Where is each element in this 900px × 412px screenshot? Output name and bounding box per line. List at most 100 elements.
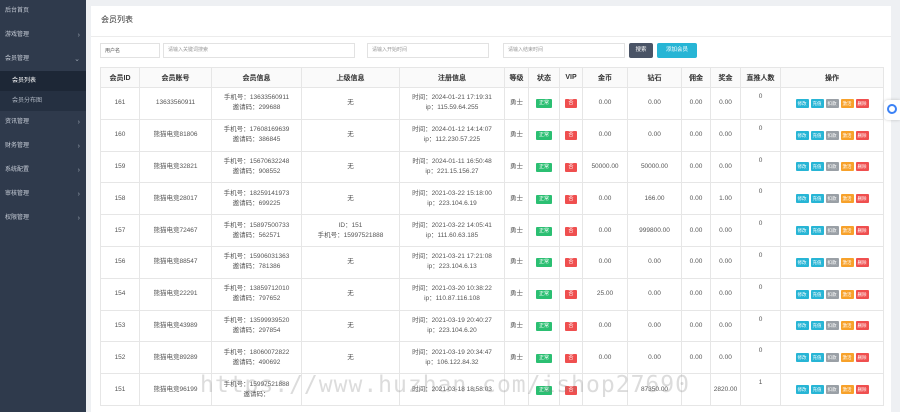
add-member-button[interactable]: 添加会员	[657, 43, 697, 58]
member-info-cell-line1: 手机号：15897500733	[223, 221, 290, 229]
activate-button[interactable]: 激活	[840, 98, 854, 108]
recharge-button[interactable]: 充值	[810, 321, 824, 331]
sidebar-subitem[interactable]: 会员列表	[0, 71, 86, 92]
activate-button[interactable]: 激活	[840, 385, 854, 395]
sidebar-item-label: 会员管理	[5, 55, 30, 62]
search-button[interactable]: 搜索	[629, 43, 653, 58]
recharge-button[interactable]: 充值	[810, 130, 824, 140]
edit-button[interactable]: 修改	[795, 194, 809, 204]
deduct-button[interactable]: 扣款	[825, 353, 839, 363]
status-badge[interactable]: 正常	[535, 99, 552, 109]
status-badge[interactable]: 正常	[535, 290, 552, 300]
status-badge[interactable]: 正常	[535, 131, 552, 141]
parent-info-cell-line1: 无	[347, 321, 354, 329]
status-badge[interactable]: 正常	[535, 385, 552, 395]
vip-badge[interactable]: 否	[565, 131, 577, 141]
edit-button[interactable]: 修改	[795, 353, 809, 363]
edit-button[interactable]: 修改	[795, 385, 809, 395]
edit-button[interactable]: 修改	[795, 98, 809, 108]
edit-button[interactable]: 修改	[795, 226, 809, 236]
end-time-input[interactable]: 请输入结束时间	[503, 43, 625, 58]
deduct-button[interactable]: 扣款	[825, 98, 839, 108]
delete-button[interactable]: 删除	[855, 130, 869, 140]
edit-button[interactable]: 修改	[795, 130, 809, 140]
sidebar-item[interactable]: 系统配置 ›	[0, 159, 86, 183]
vip-badge[interactable]: 否	[565, 162, 577, 172]
deduct-button[interactable]: 扣款	[825, 226, 839, 236]
vip-badge[interactable]: 否	[565, 353, 577, 363]
status-badge[interactable]: 正常	[535, 258, 552, 268]
vip-badge[interactable]: 否	[565, 226, 577, 236]
activate-button[interactable]: 激活	[840, 289, 854, 299]
deduct-button[interactable]: 扣款	[825, 162, 839, 172]
sidebar-item[interactable]: 会员管理 ⌄	[0, 48, 86, 72]
edit-button[interactable]: 修改	[795, 321, 809, 331]
status-badge[interactable]: 正常	[535, 226, 552, 236]
direct-count-cell: 0	[740, 277, 781, 311]
delete-button[interactable]: 删除	[855, 385, 869, 395]
recharge-button[interactable]: 充值	[810, 289, 824, 299]
member-info-cell-line2: 邀请码：299688	[232, 104, 281, 112]
table-body: 161 13633560911 手机号：13633560911 邀请码：299688 无…	[100, 87, 884, 406]
activate-button[interactable]: 激活	[840, 353, 854, 363]
delete-button[interactable]: 删除	[855, 321, 869, 331]
vip-badge[interactable]: 否	[565, 99, 577, 109]
activate-button[interactable]: 激活	[840, 130, 854, 140]
recharge-button[interactable]: 充值	[810, 226, 824, 236]
parent-info-cell	[301, 373, 400, 406]
activate-button[interactable]: 激活	[840, 257, 854, 267]
deduct-button[interactable]: 扣款	[825, 130, 839, 140]
sidebar-item[interactable]: 财务管理 ›	[0, 135, 86, 159]
vip-badge[interactable]: 否	[565, 385, 577, 395]
edit-button[interactable]: 修改	[795, 162, 809, 172]
recharge-button[interactable]: 充值	[810, 162, 824, 172]
floating-help-icon[interactable]	[884, 100, 900, 120]
sidebar-item[interactable]: 审核管理 ›	[0, 183, 86, 207]
delete-button[interactable]: 删除	[855, 194, 869, 204]
deduct-button[interactable]: 扣款	[825, 257, 839, 267]
status-badge[interactable]: 正常	[535, 194, 552, 204]
sidebar-subitem[interactable]: 会员分布图	[0, 91, 86, 112]
recharge-button[interactable]: 充值	[810, 194, 824, 204]
deduct-button[interactable]: 扣款	[825, 289, 839, 299]
vip-badge[interactable]: 否	[565, 194, 577, 204]
deduct-button[interactable]: 扣款	[825, 194, 839, 204]
member-account-cell: 熊猫电竞88547	[139, 245, 212, 279]
table-row: 161 13633560911 手机号：13633560911 邀请码：299688 无…	[100, 87, 884, 120]
recharge-button[interactable]: 充值	[810, 257, 824, 267]
delete-button[interactable]: 删除	[855, 289, 869, 299]
vip-badge[interactable]: 否	[565, 258, 577, 268]
activate-button[interactable]: 激活	[840, 194, 854, 204]
edit-button[interactable]: 修改	[795, 257, 809, 267]
recharge-button[interactable]: 充值	[810, 385, 824, 395]
sidebar-item[interactable]: 后台首页	[0, 0, 86, 24]
delete-button[interactable]: 删除	[855, 98, 869, 108]
activate-button[interactable]: 激活	[840, 162, 854, 172]
recharge-button[interactable]: 充值	[810, 98, 824, 108]
status-badge[interactable]: 正常	[535, 353, 552, 363]
edit-button[interactable]: 修改	[795, 289, 809, 299]
status-badge[interactable]: 正常	[535, 321, 552, 331]
sidebar-item[interactable]: 权限管理 ›	[0, 207, 86, 231]
activate-button[interactable]: 激活	[840, 321, 854, 331]
delete-button[interactable]: 删除	[855, 226, 869, 236]
status-badge[interactable]: 正常	[535, 162, 552, 172]
register-info-cell-line2: ip：110.87.116.108	[424, 295, 480, 303]
deduct-button[interactable]: 扣款	[825, 321, 839, 331]
member-info-cell-line1: 手机号：13599939520	[223, 316, 290, 324]
keyword-search-input[interactable]: 请输入关键词搜索	[163, 43, 355, 58]
deduct-button[interactable]: 扣款	[825, 385, 839, 395]
sidebar-item[interactable]: 资讯管理 ›	[0, 111, 86, 135]
delete-button[interactable]: 删除	[855, 353, 869, 363]
recharge-button[interactable]: 充值	[810, 353, 824, 363]
sidebar-item[interactable]: 游戏管理 ›	[0, 24, 86, 48]
vip-badge[interactable]: 否	[565, 290, 577, 300]
chevron-right-icon: ›	[77, 214, 80, 222]
activate-button[interactable]: 激活	[840, 226, 854, 236]
vip-badge[interactable]: 否	[565, 321, 577, 331]
start-time-input[interactable]: 请输入开始时间	[367, 43, 489, 58]
register-info-cell-line1: 时间：2021-03-22 14:05:41	[412, 221, 492, 229]
delete-button[interactable]: 删除	[855, 162, 869, 172]
search-field-select[interactable]: 用户名	[100, 43, 160, 58]
delete-button[interactable]: 删除	[855, 257, 869, 267]
